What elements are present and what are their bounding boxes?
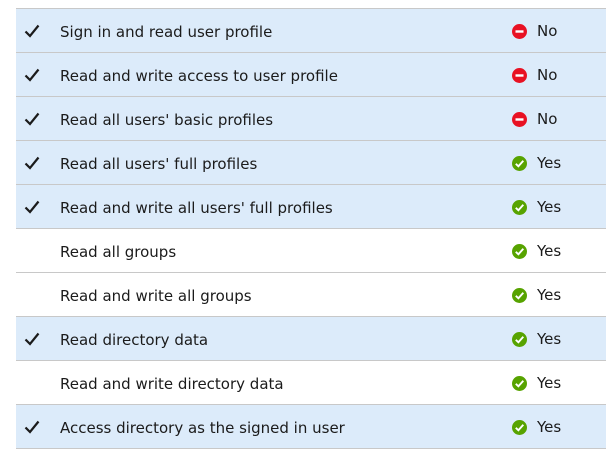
permission-label: Read and write all groups [60,287,252,305]
blocked-icon [512,67,527,83]
check-circle-icon [512,243,527,259]
admin-consent: No [512,9,557,53]
permission-checkbox[interactable] [22,285,42,305]
admin-consent-text: Yes [537,374,562,392]
admin-consent: Yes [512,317,561,361]
admin-consent-text: Yes [537,286,562,304]
permission-checkbox[interactable] [22,21,42,41]
check-circle-icon [512,287,527,303]
admin-consent: Yes [512,273,561,317]
admin-consent-text: Yes [537,154,562,172]
permission-row[interactable]: Read and write all users' full profiles … [16,185,606,229]
admin-consent-text: No [537,22,558,40]
permission-label: Access directory as the signed in user [60,419,345,437]
admin-consent-text: No [537,110,558,128]
blocked-icon [512,111,527,127]
admin-consent-text: Yes [537,418,562,436]
permission-row[interactable]: Read all users' basic profiles No [16,97,606,141]
permission-label: Read all groups [60,243,177,261]
blocked-icon [512,23,527,39]
admin-consent: Yes [512,185,561,229]
checkmark-icon [24,332,40,346]
permission-label: Read directory data [60,331,209,349]
checkmark-icon [24,112,40,126]
permission-row[interactable]: Read all groups Yes [16,229,606,273]
permission-checkbox[interactable] [22,65,42,85]
admin-consent: No [512,53,557,97]
permission-label: Read and write all users' full profiles [60,199,333,217]
checkmark-icon [24,420,40,434]
checkmark-icon [24,200,40,214]
admin-consent: Yes [512,141,561,185]
admin-consent: Yes [512,361,561,405]
admin-consent: Yes [512,229,561,273]
permission-checkbox[interactable] [22,109,42,129]
admin-consent-text: Yes [537,330,562,348]
permission-checkbox[interactable] [22,197,42,217]
permission-checkbox[interactable] [22,329,42,349]
permission-row[interactable]: Read and write access to user profile No [16,53,606,97]
admin-consent-text: Yes [537,198,562,216]
admin-consent-text: No [537,66,558,84]
permission-row[interactable]: Read and write all groups Yes [16,273,606,317]
check-circle-icon [512,331,527,347]
permission-label: Sign in and read user profile [60,23,273,41]
permission-row[interactable]: Read all users' full profiles Yes [16,141,606,185]
checkmark-icon [24,24,40,38]
check-circle-icon [512,155,527,171]
check-circle-icon [512,199,527,215]
permission-row[interactable]: Access directory as the signed in user Y… [16,405,606,449]
permission-row[interactable]: Sign in and read user profile No [16,9,606,53]
check-circle-icon [512,419,527,435]
permission-checkbox[interactable] [22,153,42,173]
permission-row[interactable]: Read directory data Yes [16,317,606,361]
admin-consent: No [512,97,557,141]
permission-checkbox[interactable] [22,373,42,393]
admin-consent-text: Yes [537,242,562,260]
permission-label: Read all users' basic profiles [60,111,274,129]
permission-label: Read all users' full profiles [60,155,258,173]
checkmark-icon [24,156,40,170]
permission-checkbox[interactable] [22,417,42,437]
admin-consent: Yes [512,405,561,449]
permissions-list: Sign in and read user profile No Read an… [16,8,606,449]
permission-checkbox[interactable] [22,241,42,261]
checkmark-icon [24,68,40,82]
permission-row[interactable]: Read and write directory data Yes [16,361,606,405]
permission-label: Read and write directory data [60,375,284,393]
check-circle-icon [512,375,527,391]
permission-label: Read and write access to user profile [60,67,338,85]
